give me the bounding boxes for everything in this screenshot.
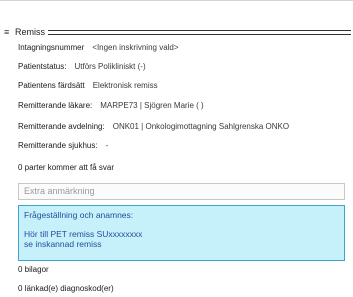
field-value: MARPE73 | Sjögren Marie ( ) <box>100 101 204 110</box>
field-label: Remitterande sjukhus: <box>18 141 98 150</box>
diagnosis-codes-count[interactable]: 0 länkad(e) diagnoskod(er) <box>18 283 114 295</box>
section-title: Remiss <box>15 27 46 37</box>
question-line: se inskannad remiss <box>24 239 102 249</box>
field-label: Patientens färdsätt <box>18 81 85 90</box>
field-value: <Ingen inskrivning vald> <box>92 43 179 52</box>
field-label: Patientstatus: <box>18 62 67 71</box>
field-intake-number: Intagningsnummer <Ingen inskrivning vald> <box>18 42 179 54</box>
field-value: Utförs Polikliniskt (-) <box>74 62 146 71</box>
field-referring-hospital: Remitterande sjukhus: - <box>18 140 108 152</box>
field-label: Remitterande läkare: <box>18 101 93 110</box>
field-label: Intagningsnummer <box>18 43 85 52</box>
attachments-count[interactable]: 0 bilagor <box>18 264 49 276</box>
field-patient-status: Patientstatus: Utförs Polikliniskt (-) <box>18 61 146 73</box>
field-referring-department: Remitterande avdelning: ONK01 | Onkologim… <box>18 121 349 133</box>
section-rule <box>48 29 351 35</box>
question-line: Hör till PET remiss SUxxxxxxxx <box>24 229 143 239</box>
menu-icon: ≡ <box>4 26 10 37</box>
extra-note-input[interactable]: Extra anmärkning <box>18 183 345 200</box>
field-transport: Patientens färdsätt Elektronisk remiss <box>18 80 158 92</box>
field-value: ONK01 | Onkologimottagning Sahlgrenska O… <box>112 122 290 131</box>
question-heading: Frågeställning och anamnes: <box>24 210 134 220</box>
referral-panel: ≡ Remiss Intagningsnummer <Ingen inskrivn… <box>0 0 353 297</box>
field-referring-doctor: Remitterande läkare: MARPE73 | Sjögren Ma… <box>18 100 204 112</box>
field-label: Remitterande avdelning: <box>18 122 105 131</box>
section-header-remiss[interactable]: ≡ Remiss <box>0 24 351 40</box>
top-divider <box>0 0 353 14</box>
field-value: Elektronisk remiss <box>92 81 158 90</box>
question-and-history-box: Frågeställning och anamnes: Hör till PET… <box>18 205 345 261</box>
replies-count: 0 parter kommer att få svar <box>18 163 115 172</box>
field-value: - <box>105 141 109 150</box>
